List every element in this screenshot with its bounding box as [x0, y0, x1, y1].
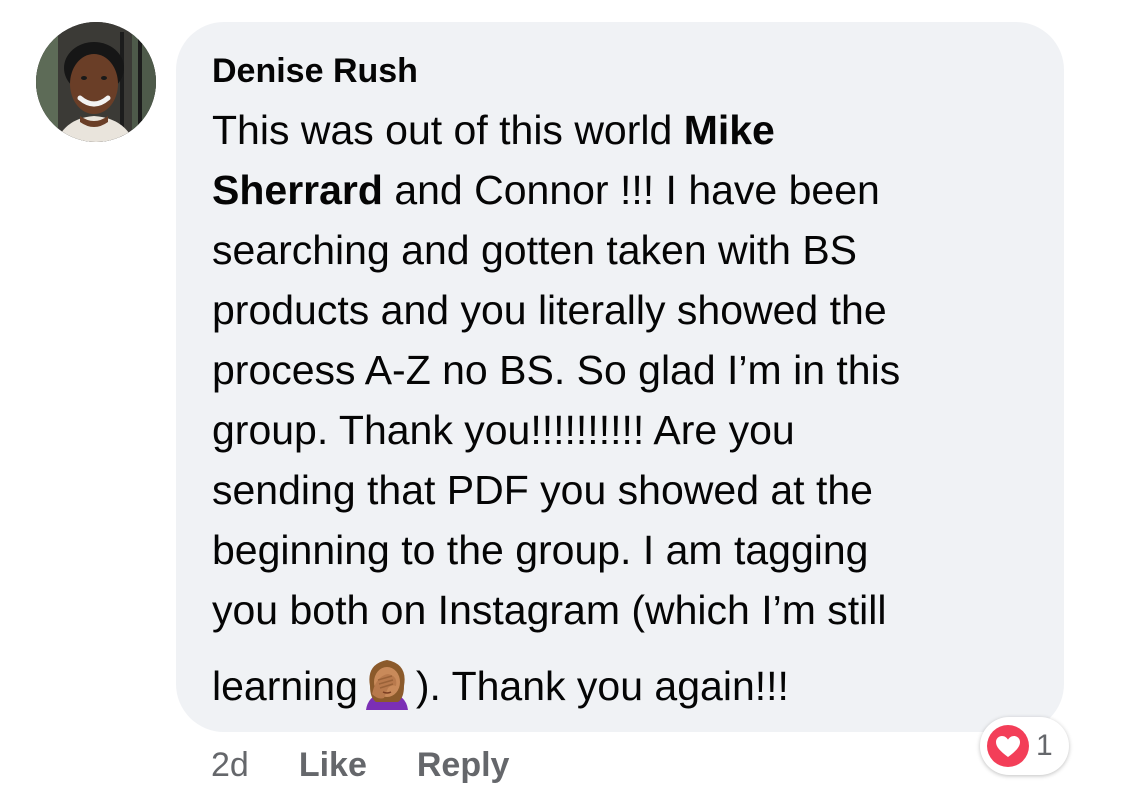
comment-text-line: process A-Z no BS. So glad I’m in this	[212, 340, 1052, 400]
profile-photo	[36, 22, 156, 142]
comment-text-line: searching and gotten taken with BS	[212, 220, 1052, 280]
comment-text-segment: searching and gotten taken with BS	[212, 227, 858, 273]
comment-text-line: This was out of this world Mike	[212, 100, 1052, 160]
comment-text-segment: and Connor !!! I have been	[382, 167, 880, 213]
mention-link[interactable]: Mike	[684, 107, 775, 153]
woman-facepalming-icon	[358, 654, 416, 712]
comment-text-segment: sending that PDF you showed at the	[212, 467, 873, 513]
comment-text-line: beginning to the group. I am tagging	[212, 520, 1052, 580]
reaction-summary[interactable]: 1	[980, 717, 1069, 775]
comment-text-segment: group. Thank you!!!!!!!!!! Are you	[212, 407, 795, 453]
comment-text-segment: products and you literally showed the	[212, 287, 887, 333]
comment-text-line: learning ). Thank you again!!!	[212, 654, 1052, 716]
comment-text-line: Sherrard and Connor !!! I have been	[212, 160, 1052, 220]
avatar[interactable]	[36, 22, 156, 142]
reply-button[interactable]: Reply	[417, 746, 510, 785]
comment-text-segment: This was out of this world	[212, 107, 684, 153]
comment-text-segment: learning	[212, 663, 358, 709]
comment-text-segment: beginning to the group. I am tagging	[212, 527, 869, 573]
comment-text-segment: process A-Z no BS. So glad I’m in this	[212, 347, 901, 393]
like-button[interactable]: Like	[299, 746, 367, 785]
comment-text-line: sending that PDF you showed at the	[212, 460, 1052, 520]
comment-text-line: products and you literally showed the	[212, 280, 1052, 340]
comment-timestamp[interactable]: 2d	[211, 746, 249, 785]
comment-bubble: Denise Rush This was out of this world M…	[176, 22, 1064, 732]
comment-actions: 2d Like Reply	[211, 742, 559, 788]
comment-text-segment: you both on Instagram (which I’m still	[212, 587, 887, 633]
comment-author[interactable]: Denise Rush	[212, 52, 418, 91]
heart-icon	[987, 725, 1029, 767]
comment-text-line: group. Thank you!!!!!!!!!! Are you	[212, 400, 1052, 460]
comment-text-line: you both on Instagram (which I’m still	[212, 580, 1052, 640]
comment-text-segment: ). Thank you again!!!	[415, 663, 789, 709]
comment-text: This was out of this world Mike Sherrard …	[212, 100, 1052, 716]
mention-link[interactable]: Sherrard	[212, 167, 383, 213]
reaction-count: 1	[1036, 729, 1053, 762]
